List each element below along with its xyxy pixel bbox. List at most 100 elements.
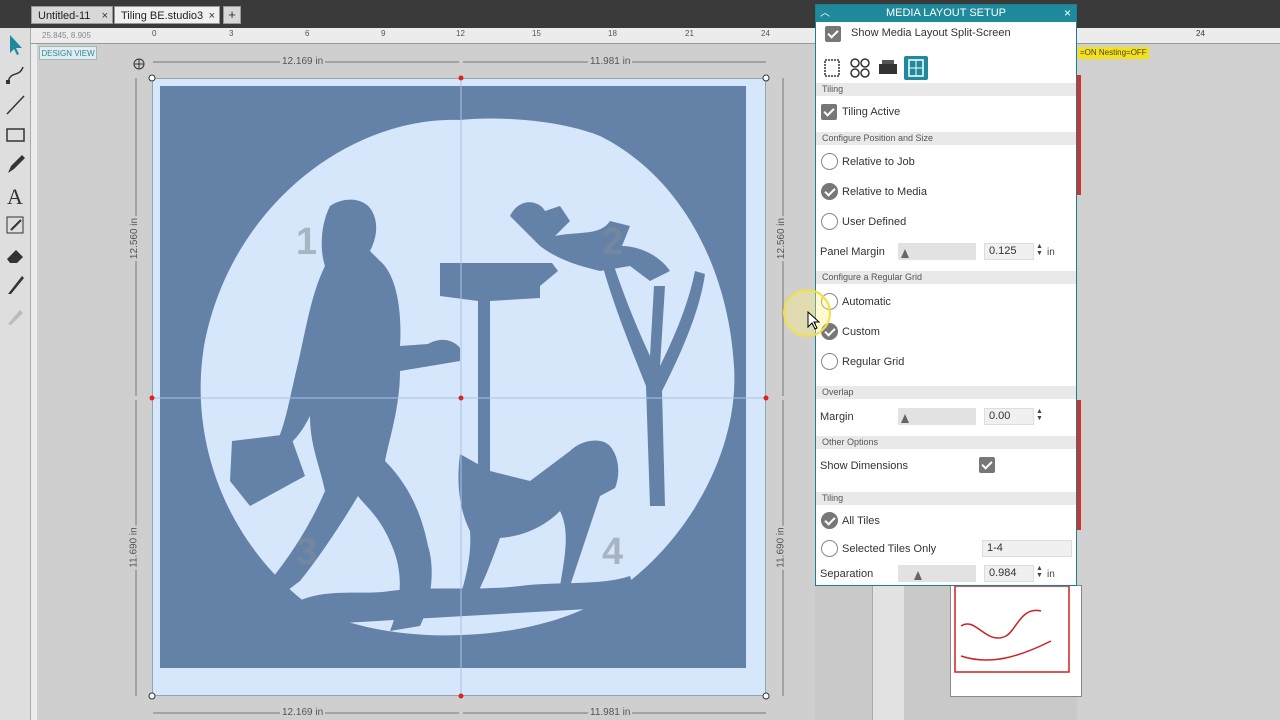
line-tool[interactable] [3, 92, 28, 118]
signpost-shape [440, 263, 558, 476]
tab-close-icon[interactable]: × [102, 7, 108, 25]
rectangle-tool[interactable] [3, 122, 28, 148]
dimension-left-upper: 12.560 in [129, 215, 141, 262]
arrow-pointer-icon [10, 35, 22, 55]
user-defined-radio[interactable] [821, 213, 838, 230]
tab-close-icon[interactable]: × [209, 7, 215, 25]
design-view-badge[interactable]: DESIGN VIEW [39, 46, 97, 60]
relative-to-job-radio[interactable] [821, 153, 838, 170]
tab-untitled-11[interactable]: Untitled-11 × [31, 6, 113, 24]
edit-text-tool[interactable] [3, 212, 28, 238]
knife-icon [8, 276, 24, 294]
draw-tool[interactable] [3, 152, 28, 178]
cursor-coordinates: 25.845, 8.905 [42, 31, 91, 40]
ruler-label: 21 [685, 29, 694, 38]
separation-unit: in [1047, 569, 1055, 580]
ruler-label: 12 [456, 29, 465, 38]
selected-tiles-input[interactable]: 1-4 [982, 540, 1072, 557]
text-tool[interactable]: A [3, 182, 28, 209]
tab-label: Untitled-11 [38, 10, 91, 22]
regular-grid-radio[interactable] [821, 353, 838, 370]
all-tiles-label: All Tiles [842, 515, 880, 527]
new-tab-button[interactable]: + [223, 6, 241, 24]
rectangle-icon [6, 128, 25, 142]
user-defined-label: User Defined [842, 216, 907, 228]
app-window: Untitled-11 × Tiling BE.studio3 × + A 0 … [0, 0, 1280, 720]
tiling-active-label: Tiling Active [842, 106, 901, 118]
ruler-label: 6 [305, 29, 310, 38]
node-curve-icon [6, 66, 24, 84]
panel-margin-slider[interactable] [898, 243, 976, 260]
text-edit-icon [6, 216, 24, 234]
tiling-icon [908, 59, 924, 77]
ruler-label: 0 [152, 29, 157, 38]
eyedropper-icon [8, 310, 23, 325]
relative-to-media-radio[interactable] [821, 183, 838, 200]
panel-tab-tiling[interactable] [904, 56, 928, 80]
show-dimensions-checkbox[interactable] [979, 457, 995, 473]
spinner-icon[interactable]: ▲ ▼ [1036, 408, 1043, 422]
stack-layers-icon [879, 60, 897, 74]
tab-bar: Untitled-11 × Tiling BE.studio3 × + [0, 0, 1280, 28]
tile-number-4: 4 [602, 531, 624, 573]
eraser-icon [7, 250, 23, 263]
knife-tool[interactable] [3, 272, 28, 298]
slider-thumb[interactable] [901, 414, 909, 423]
preview-tile-4[interactable] [950, 585, 1082, 697]
separation-input[interactable]: 0.984 [984, 565, 1034, 582]
spinner-icon[interactable]: ▲ ▼ [1036, 243, 1043, 257]
ruler-label: 15 [532, 29, 541, 38]
panel-tab-nesting[interactable] [848, 56, 872, 80]
show-dimensions-label: Show Dimensions [820, 460, 909, 472]
automatic-label: Automatic [842, 296, 891, 308]
panel-title: MEDIA LAYOUT SETUP [885, 7, 1006, 19]
eyedropper-tool[interactable] [3, 302, 28, 328]
selected-tiles-radio[interactable] [821, 540, 838, 557]
dimension-left-lower: 11.690 in [128, 525, 140, 570]
all-tiles-radio[interactable] [821, 512, 838, 529]
dimension-right-lower: 11.690 in [775, 525, 787, 570]
silhouette-artwork[interactable] [160, 86, 746, 668]
overlap-margin-slider[interactable] [898, 408, 976, 425]
panel-header: ︿ MEDIA LAYOUT SETUP × [816, 5, 1076, 22]
show-split-screen-label: Show Media Layout Split-Screen [851, 27, 1011, 39]
panel-margin-label: Panel Margin [820, 246, 885, 258]
circles-grid-icon [850, 58, 870, 78]
tab-tiling-be[interactable]: Tiling BE.studio3 × [114, 6, 220, 24]
preview-tile-edge [1077, 400, 1081, 530]
tile-number-2: 2 [602, 221, 624, 263]
section-regular-grid: Configure a Regular Grid [816, 271, 1076, 284]
text-a-icon: A [7, 184, 23, 209]
ruler-label: 3 [229, 29, 234, 38]
separation-slider[interactable] [898, 565, 976, 582]
select-tool[interactable] [3, 32, 28, 58]
panel-margin-input[interactable]: 0.125 [984, 243, 1034, 260]
media-layout-panel: ︿ MEDIA LAYOUT SETUP × Show Media Layout… [815, 4, 1077, 586]
slider-thumb[interactable] [914, 571, 922, 580]
preview-tile-art [954, 585, 1070, 673]
dimension-bottom-left: 12.169 in [280, 707, 326, 718]
tile-number-3: 3 [296, 531, 318, 573]
suitcase-shape [230, 434, 305, 506]
node-edit-tool[interactable] [3, 62, 28, 88]
slider-thumb[interactable] [901, 249, 909, 258]
show-split-screen-checkbox[interactable] [825, 26, 841, 42]
panel-tab-page[interactable] [820, 56, 844, 80]
tiling-active-checkbox[interactable] [821, 104, 837, 120]
collapse-chevron-icon[interactable]: ︿ [820, 5, 830, 22]
section-other-options: Other Options [816, 436, 1076, 449]
mouse-cursor-icon [807, 311, 821, 330]
overlap-margin-input[interactable]: 0.00 [984, 408, 1034, 425]
section-tiling-options: Tiling [816, 492, 1076, 505]
preview-ruler-label: 24 [1196, 29, 1205, 38]
page-crop-icon [824, 59, 840, 77]
regular-grid-label: Regular Grid [842, 356, 905, 368]
eraser-tool[interactable] [3, 242, 28, 268]
close-icon[interactable]: × [1064, 5, 1071, 22]
spinner-icon[interactable]: ▲ ▼ [1036, 565, 1043, 579]
section-tiling: Tiling [816, 83, 1076, 96]
separation-label: Separation [820, 568, 874, 580]
preview-tile-edge [1077, 75, 1081, 195]
panel-tab-print[interactable] [876, 56, 900, 80]
custom-label: Custom [842, 326, 880, 338]
